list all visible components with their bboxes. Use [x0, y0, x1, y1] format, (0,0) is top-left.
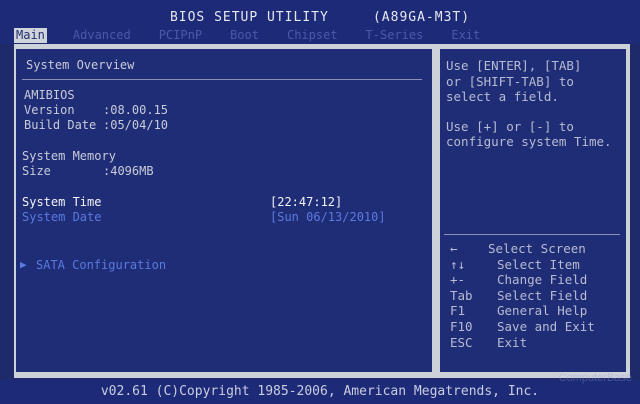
submenu-arrow-icon: ▶: [20, 258, 27, 271]
legend-rule: [444, 234, 620, 235]
tab-boot[interactable]: Boot: [228, 28, 261, 43]
section-title: System Overview: [26, 58, 135, 72]
legend-desc-save-exit: Save and Exit: [497, 319, 595, 334]
help-line-4: Use [+] or [-] to: [446, 119, 574, 134]
tab-chipset[interactable]: Chipset: [285, 28, 340, 43]
system-date-value[interactable]: [Sun 06/13/2010]: [270, 210, 386, 224]
help-line-5: configure system Time.: [446, 134, 612, 149]
amibios-label: AMIBIOS: [24, 88, 75, 102]
tab-pcipnp[interactable]: PCIPnP: [157, 28, 204, 43]
legend-desc-select-field: Select Field: [497, 288, 588, 303]
version-label: Version: [24, 103, 75, 117]
legend-desc-exit: Exit: [497, 335, 528, 350]
legend-key-plus-minus: +-: [450, 272, 466, 287]
tab-bar: Main Advanced PCIPnP Boot Chipset T-Seri…: [14, 28, 630, 43]
help-line-2: or [SHIFT-TAB] to: [446, 74, 574, 89]
pane-divider: [434, 49, 437, 372]
build-date-value: :05/04/10: [103, 118, 169, 132]
legend-desc-select-item: Select Item: [497, 257, 580, 272]
tab-main[interactable]: Main: [14, 28, 47, 43]
bios-screen: BIOS SETUP UTILITY (A89GA-M3T) Main Adva…: [0, 0, 640, 404]
legend-desc-change-field: Change Field: [497, 272, 588, 287]
utility-title: BIOS SETUP UTILITY: [169, 10, 329, 25]
board-model: (A89GA-M3T): [372, 10, 471, 25]
legend-key-left-arrow: ←: [450, 241, 458, 256]
size-value: :4096MB: [103, 164, 154, 178]
watermark-logo: ComputerBase: [558, 372, 632, 384]
system-date-label[interactable]: System Date: [22, 210, 101, 224]
tab-advanced[interactable]: Advanced: [71, 28, 133, 43]
system-time-value[interactable]: [22:47:12]: [270, 195, 342, 209]
legend-desc-select-screen: Select Screen: [488, 241, 586, 256]
legend-key-f1: F1: [450, 303, 466, 318]
sata-configuration-item[interactable]: SATA Configuration: [36, 258, 166, 272]
size-label: Size: [22, 164, 51, 178]
version-value: :08.00.15: [103, 103, 169, 117]
legend-key-f10: F10: [450, 319, 473, 334]
section-rule: [22, 79, 422, 80]
tab-exit[interactable]: Exit: [449, 28, 482, 43]
help-line-3: select a field.: [446, 89, 559, 104]
legend-key-esc: ESC: [450, 335, 473, 350]
tab-t-series[interactable]: T-Series: [364, 28, 426, 43]
legend-key-tab: Tab: [450, 288, 473, 303]
legend-key-updown-arrows: ↑↓: [450, 257, 466, 272]
help-line-1: Use [ENTER], [TAB]: [446, 58, 582, 73]
memory-title: System Memory: [22, 149, 116, 163]
copyright-text: v02.61 (C)Copyright 1985-2006, American …: [100, 384, 540, 399]
build-date-label: Build Date: [24, 118, 97, 132]
bios-title: BIOS SETUP UTILITY (A89GA-M3T): [0, 10, 640, 25]
system-time-label[interactable]: System Time: [22, 195, 101, 209]
legend-desc-general-help: General Help: [497, 303, 588, 318]
